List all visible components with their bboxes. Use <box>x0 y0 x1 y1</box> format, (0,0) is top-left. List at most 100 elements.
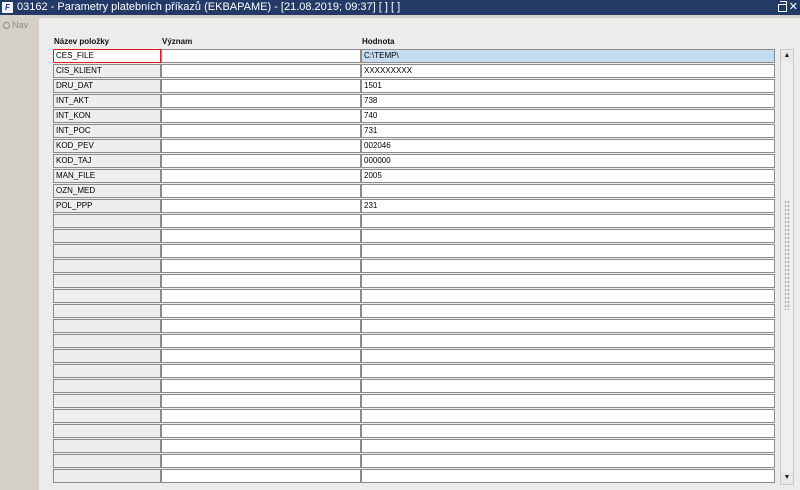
value-cell[interactable] <box>361 184 775 198</box>
meaning-cell[interactable] <box>161 274 361 288</box>
meaning-cell[interactable] <box>161 409 361 423</box>
value-cell[interactable] <box>361 289 775 303</box>
value-cell[interactable] <box>361 334 775 348</box>
meaning-cell[interactable] <box>161 184 361 198</box>
table-row[interactable] <box>53 379 775 394</box>
meaning-cell[interactable] <box>161 394 361 408</box>
name-cell[interactable] <box>53 259 161 273</box>
name-cell[interactable] <box>53 424 161 438</box>
restore-icon[interactable] <box>778 1 787 12</box>
table-row[interactable] <box>53 469 775 484</box>
meaning-cell[interactable] <box>161 244 361 258</box>
table-row[interactable] <box>53 304 775 319</box>
name-cell[interactable] <box>53 394 161 408</box>
name-cell[interactable] <box>53 364 161 378</box>
name-cell[interactable] <box>53 334 161 348</box>
value-cell[interactable]: XXXXXXXXX <box>361 64 775 78</box>
meaning-cell[interactable] <box>161 289 361 303</box>
meaning-cell[interactable] <box>161 469 361 483</box>
value-cell[interactable] <box>361 379 775 393</box>
value-cell[interactable] <box>361 214 775 228</box>
value-cell[interactable] <box>361 469 775 483</box>
table-row[interactable]: CES_FILE C:\TEMP\ <box>53 49 775 64</box>
meaning-cell[interactable] <box>161 454 361 468</box>
value-cell[interactable] <box>361 274 775 288</box>
name-cell[interactable]: INT_POC <box>53 124 161 138</box>
value-cell[interactable] <box>361 349 775 363</box>
vertical-scrollbar[interactable]: ▲ ▼ <box>780 49 794 485</box>
name-cell[interactable] <box>53 409 161 423</box>
value-cell[interactable]: 738 <box>361 94 775 108</box>
nav-button[interactable]: Nav <box>3 20 28 30</box>
table-row[interactable] <box>53 214 775 229</box>
name-cell[interactable]: OZN_MED <box>53 184 161 198</box>
name-cell[interactable]: INT_AKT <box>53 94 161 108</box>
table-row[interactable]: INT_POC 731 <box>53 124 775 139</box>
value-cell[interactable] <box>361 229 775 243</box>
table-row[interactable]: INT_KON 740 <box>53 109 775 124</box>
value-cell[interactable] <box>361 304 775 318</box>
value-cell[interactable]: 740 <box>361 109 775 123</box>
meaning-cell[interactable] <box>161 349 361 363</box>
table-row[interactable]: KOD_TAJ 000000 <box>53 154 775 169</box>
table-row[interactable] <box>53 229 775 244</box>
name-cell[interactable] <box>53 289 161 303</box>
table-row[interactable] <box>53 319 775 334</box>
meaning-cell[interactable] <box>161 139 361 153</box>
table-row[interactable] <box>53 394 775 409</box>
value-cell[interactable]: 1501 <box>361 79 775 93</box>
table-row[interactable] <box>53 424 775 439</box>
value-cell[interactable] <box>361 259 775 273</box>
name-cell[interactable]: CES_FILE <box>53 49 161 63</box>
table-row[interactable]: OZN_MED <box>53 184 775 199</box>
value-cell[interactable] <box>361 439 775 453</box>
meaning-cell[interactable] <box>161 199 361 213</box>
value-cell[interactable] <box>361 319 775 333</box>
table-row[interactable] <box>53 409 775 424</box>
name-cell[interactable] <box>53 349 161 363</box>
meaning-cell[interactable] <box>161 64 361 78</box>
table-row[interactable] <box>53 289 775 304</box>
scroll-grip[interactable] <box>784 200 790 310</box>
meaning-cell[interactable] <box>161 424 361 438</box>
table-row[interactable] <box>53 244 775 259</box>
meaning-cell[interactable] <box>161 334 361 348</box>
meaning-cell[interactable] <box>161 259 361 273</box>
table-row[interactable]: DRU_DAT 1501 <box>53 79 775 94</box>
meaning-cell[interactable] <box>161 109 361 123</box>
close-icon[interactable]: ✕ <box>789 0 798 15</box>
meaning-cell[interactable] <box>161 49 361 63</box>
name-cell[interactable]: INT_KON <box>53 109 161 123</box>
name-cell[interactable] <box>53 274 161 288</box>
table-row[interactable]: INT_AKT 738 <box>53 94 775 109</box>
value-cell[interactable]: 731 <box>361 124 775 138</box>
table-row[interactable]: CIS_KLIENT XXXXXXXXX <box>53 64 775 79</box>
value-cell[interactable]: 002046 <box>361 139 775 153</box>
value-cell[interactable] <box>361 244 775 258</box>
name-cell[interactable]: KOD_PEV <box>53 139 161 153</box>
table-row[interactable] <box>53 364 775 379</box>
meaning-cell[interactable] <box>161 379 361 393</box>
value-cell[interactable] <box>361 454 775 468</box>
value-cell[interactable]: 2005 <box>361 169 775 183</box>
name-cell[interactable] <box>53 244 161 258</box>
meaning-cell[interactable] <box>161 124 361 138</box>
table-row[interactable] <box>53 334 775 349</box>
meaning-cell[interactable] <box>161 94 361 108</box>
name-cell[interactable] <box>53 304 161 318</box>
value-cell[interactable] <box>361 409 775 423</box>
value-cell[interactable] <box>361 394 775 408</box>
value-cell[interactable]: C:\TEMP\ <box>361 49 775 63</box>
name-cell[interactable] <box>53 229 161 243</box>
meaning-cell[interactable] <box>161 229 361 243</box>
meaning-cell[interactable] <box>161 79 361 93</box>
name-cell[interactable] <box>53 439 161 453</box>
name-cell[interactable]: POL_PPP <box>53 199 161 213</box>
scroll-up-icon[interactable]: ▲ <box>781 50 793 62</box>
name-cell[interactable] <box>53 469 161 483</box>
value-cell[interactable] <box>361 424 775 438</box>
table-row[interactable] <box>53 454 775 469</box>
name-cell[interactable]: KOD_TAJ <box>53 154 161 168</box>
meaning-cell[interactable] <box>161 439 361 453</box>
meaning-cell[interactable] <box>161 319 361 333</box>
